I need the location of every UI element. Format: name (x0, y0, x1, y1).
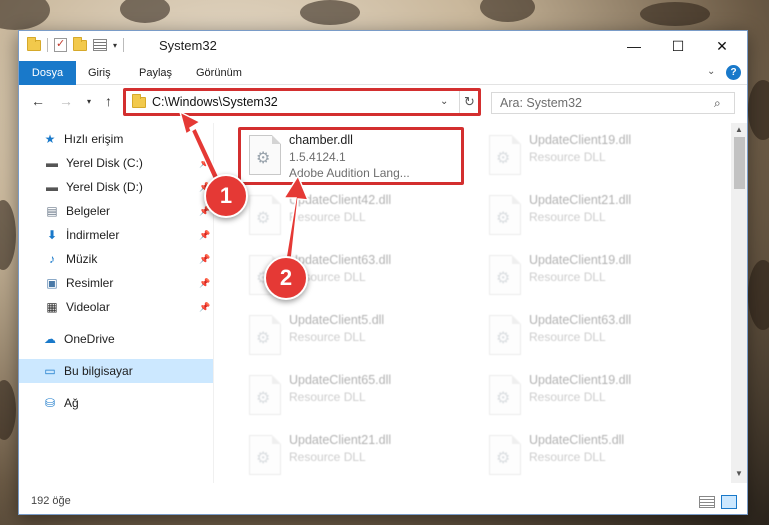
callout-step-2: 2 (264, 256, 308, 300)
callout-step-1: 1 (204, 174, 248, 218)
annotation-arrows (178, 110, 310, 274)
